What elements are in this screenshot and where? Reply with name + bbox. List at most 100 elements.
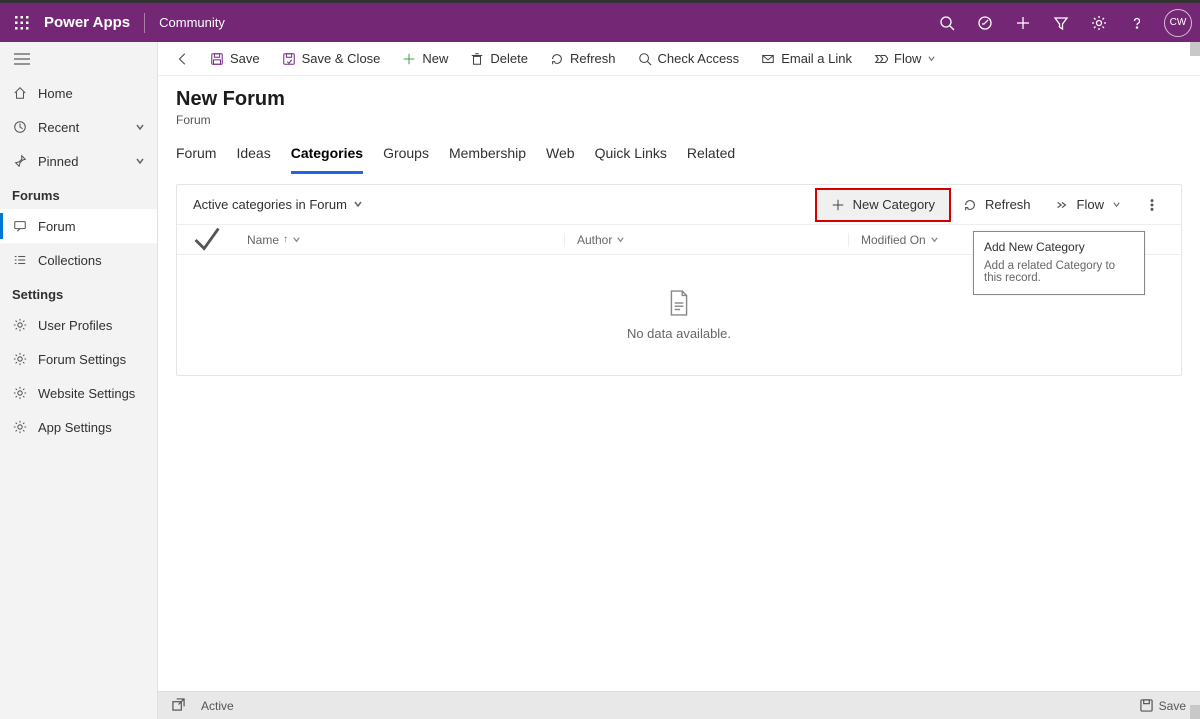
chevron-down-icon	[616, 233, 625, 247]
subgrid-refresh-button[interactable]: Refresh	[951, 191, 1043, 219]
flow-label: Flow	[894, 51, 921, 66]
view-selector[interactable]: Active categories in Forum	[193, 197, 363, 212]
nav-user-profiles[interactable]: User Profiles	[0, 308, 157, 342]
nav-app-settings-label: App Settings	[38, 420, 112, 435]
tab-related[interactable]: Related	[687, 145, 735, 174]
chevron-down-icon	[930, 233, 939, 247]
app-launcher-icon[interactable]	[8, 9, 36, 37]
gear-icon	[12, 419, 28, 435]
save-label: Save	[230, 51, 260, 66]
column-name-header[interactable]: Name ↑	[237, 233, 565, 247]
nav-user-profiles-label: User Profiles	[38, 318, 112, 333]
save-close-button[interactable]: Save & Close	[272, 42, 391, 75]
delete-label: Delete	[490, 51, 528, 66]
page-title: New Forum	[176, 88, 1182, 111]
col-modified-text: Modified On	[861, 233, 926, 247]
nav-home-label: Home	[38, 86, 73, 101]
left-nav: Home Recent Pinned Forums Forum Collecti…	[0, 42, 158, 719]
new-label: New	[422, 51, 448, 66]
chevron-down-icon	[1112, 197, 1121, 212]
gear-icon	[12, 351, 28, 367]
view-label-text: Active categories in Forum	[193, 197, 347, 212]
nav-recent-label: Recent	[38, 120, 79, 135]
new-button[interactable]: New	[392, 42, 458, 75]
check-access-label: Check Access	[658, 51, 740, 66]
tooltip-body: Add a related Category to this record.	[974, 256, 1144, 294]
tooltip-title: Add New Category	[974, 232, 1144, 256]
tab-groups[interactable]: Groups	[383, 145, 429, 174]
categories-subgrid: Active categories in Forum New Category …	[176, 184, 1182, 376]
tab-forum[interactable]: Forum	[176, 145, 216, 174]
nav-collapse-icon[interactable]	[0, 42, 157, 76]
status-save-button[interactable]: Save	[1140, 699, 1186, 713]
nav-forum-settings[interactable]: Forum Settings	[0, 342, 157, 376]
filter-icon[interactable]	[1044, 6, 1078, 40]
app-title: Power Apps	[44, 14, 130, 31]
new-category-label: New Category	[853, 197, 935, 212]
scrollbar-bottom[interactable]	[1190, 705, 1200, 719]
divider	[144, 13, 145, 33]
target-icon[interactable]	[968, 6, 1002, 40]
nav-collections[interactable]: Collections	[0, 243, 157, 277]
tab-categories[interactable]: Categories	[291, 145, 363, 174]
delete-button[interactable]: Delete	[460, 42, 538, 75]
subgrid-flow-button[interactable]: Flow	[1043, 191, 1133, 219]
empty-message: No data available.	[627, 326, 731, 341]
nav-recent[interactable]: Recent	[0, 110, 157, 144]
page-subtitle: Forum	[176, 113, 1182, 127]
save-close-label: Save & Close	[302, 51, 381, 66]
top-bar: Power Apps Community CW	[0, 0, 1200, 42]
help-icon[interactable]	[1120, 6, 1154, 40]
home-icon	[12, 85, 28, 101]
nav-pinned-label: Pinned	[38, 154, 78, 169]
email-link-button[interactable]: Email a Link	[751, 42, 862, 75]
flow-button[interactable]: Flow	[864, 42, 946, 75]
nav-home[interactable]: Home	[0, 76, 157, 110]
chevron-down-icon	[135, 154, 145, 169]
status-state: Active	[201, 699, 234, 713]
nav-app-settings[interactable]: App Settings	[0, 410, 157, 444]
content-area: Save Save & Close New Delete Refresh Che…	[158, 42, 1200, 719]
tab-quick-links[interactable]: Quick Links	[595, 145, 667, 174]
clock-icon	[12, 119, 28, 135]
chevron-down-icon	[135, 120, 145, 135]
tab-web[interactable]: Web	[546, 145, 575, 174]
chevron-down-icon	[353, 197, 363, 212]
tab-membership[interactable]: Membership	[449, 145, 526, 174]
check-access-button[interactable]: Check Access	[628, 42, 750, 75]
new-category-tooltip: Add New Category Add a related Category …	[973, 231, 1145, 295]
nav-website-settings-label: Website Settings	[38, 386, 135, 401]
document-icon	[668, 290, 690, 316]
back-button[interactable]	[168, 42, 198, 75]
avatar[interactable]: CW	[1164, 9, 1192, 37]
save-button[interactable]: Save	[200, 42, 270, 75]
tab-ideas[interactable]: Ideas	[236, 145, 270, 174]
column-author-header[interactable]: Author	[565, 233, 849, 247]
topbar-actions: CW	[930, 6, 1192, 40]
nav-forum[interactable]: Forum	[0, 209, 157, 243]
scrollbar-top[interactable]	[1190, 42, 1200, 56]
status-save-label: Save	[1159, 699, 1186, 713]
popout-icon[interactable]	[172, 698, 185, 714]
col-author-text: Author	[577, 233, 612, 247]
gear-icon[interactable]	[1082, 6, 1116, 40]
subgrid-refresh-label: Refresh	[985, 197, 1031, 212]
select-all-header[interactable]	[177, 220, 237, 260]
chevron-down-icon	[292, 233, 301, 247]
nav-forum-label: Forum	[38, 219, 76, 234]
nav-pinned[interactable]: Pinned	[0, 144, 157, 178]
search-icon[interactable]	[930, 6, 964, 40]
app-subtitle[interactable]: Community	[159, 15, 225, 30]
col-name-text: Name	[247, 233, 279, 247]
refresh-button[interactable]: Refresh	[540, 42, 626, 75]
nav-section-forums: Forums	[0, 178, 157, 209]
nav-collections-label: Collections	[38, 253, 102, 268]
tabs: Forum Ideas Categories Groups Membership…	[158, 131, 1200, 174]
nav-website-settings[interactable]: Website Settings	[0, 376, 157, 410]
subgrid-toolbar: Active categories in Forum New Category …	[177, 185, 1181, 225]
more-actions-button[interactable]	[1133, 191, 1171, 219]
gear-icon	[12, 317, 28, 333]
plus-icon[interactable]	[1006, 6, 1040, 40]
new-category-button[interactable]: New Category	[815, 188, 951, 222]
sort-asc-icon: ↑	[283, 234, 288, 245]
